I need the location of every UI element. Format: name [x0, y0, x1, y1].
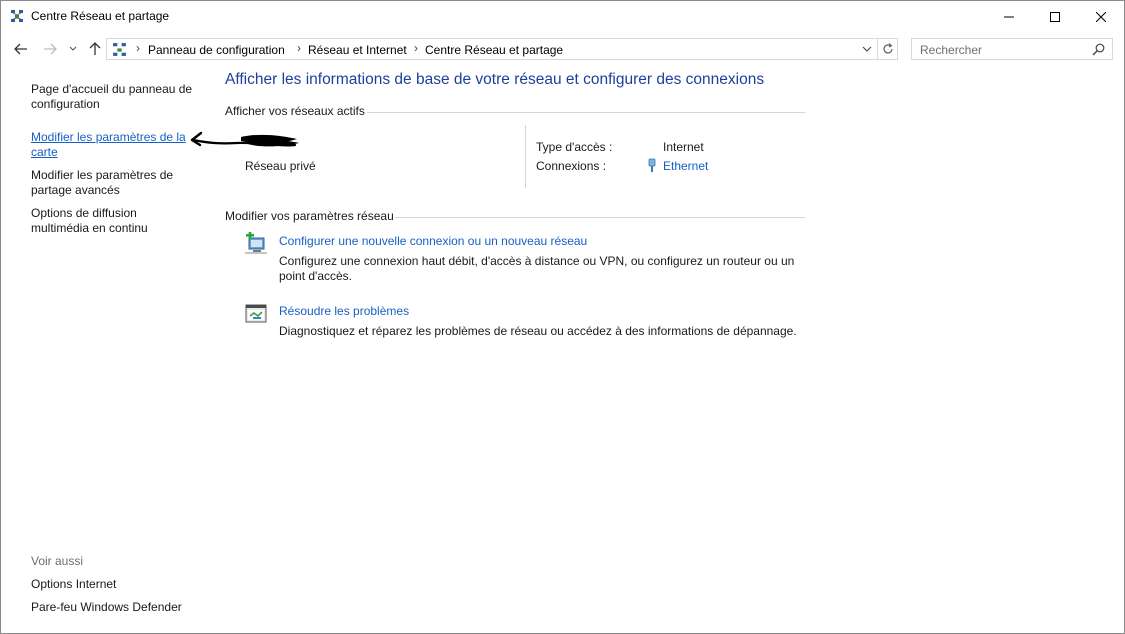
up-arrow-icon: [89, 42, 101, 55]
access-type-value: Internet: [663, 140, 704, 154]
network-center-icon: [10, 9, 24, 23]
sidebar-item-advanced-sharing[interactable]: Modifier les paramètres de partage avanc…: [31, 168, 191, 198]
network-settings-heading: Modifier vos paramètres réseau: [225, 209, 394, 223]
breadcrumb-item[interactable]: Panneau de configuration: [148, 43, 285, 57]
title-bar: Centre Réseau et partage: [1, 1, 1124, 32]
divider: [367, 112, 805, 113]
vertical-divider: [525, 125, 526, 188]
chevron-down-icon: [862, 46, 872, 52]
breadcrumb-item[interactable]: Centre Réseau et partage: [425, 43, 563, 57]
network-type: Réseau privé: [245, 159, 316, 173]
redacted-network-name: [243, 137, 301, 149]
minimize-button[interactable]: [986, 1, 1032, 32]
recent-locations-button[interactable]: [65, 39, 81, 59]
access-type-label: Type d'accès :: [536, 140, 613, 154]
navigation-bar: › Panneau de configuration › Réseau et I…: [1, 36, 1124, 62]
window: Centre Réseau et partage › Panneau de co…: [0, 0, 1125, 634]
search-input[interactable]: Rechercher: [911, 38, 1113, 60]
back-button[interactable]: [11, 39, 31, 59]
ethernet-connection-link[interactable]: Ethernet: [663, 159, 708, 173]
maximize-icon: [1050, 11, 1060, 22]
see-also-windows-defender-firewall[interactable]: Pare-feu Windows Defender: [31, 600, 182, 614]
troubleshoot-description: Diagnostiquez et réparez les problèmes d…: [279, 324, 797, 338]
window-title: Centre Réseau et partage: [31, 9, 170, 23]
minimize-icon: [1004, 16, 1014, 17]
breadcrumb-item[interactable]: Réseau et Internet: [308, 43, 407, 57]
new-connection-icon: [244, 231, 268, 256]
see-also-heading: Voir aussi: [31, 554, 84, 568]
page-title: Afficher les informations de base de vot…: [225, 71, 765, 88]
refresh-icon: [882, 43, 893, 54]
chevron-down-icon: [69, 46, 77, 51]
search-icon[interactable]: [1092, 43, 1106, 57]
close-button[interactable]: [1078, 1, 1124, 32]
divider: [395, 217, 805, 218]
sidebar-item-control-panel-home[interactable]: Page d'accueil du panneau de configurati…: [31, 82, 201, 112]
see-also-internet-options[interactable]: Options Internet: [31, 577, 116, 591]
troubleshoot-icon: [244, 302, 268, 326]
back-arrow-icon: [14, 43, 27, 55]
network-center-icon: [112, 42, 127, 57]
sidebar-item-adapter-settings[interactable]: Modifier les paramètres de la carte: [31, 130, 191, 160]
sidebar-item-media-streaming[interactable]: Options de diffusion multimédia en conti…: [31, 206, 191, 236]
new-connection-description: Configurez une connexion haut débit, d'a…: [279, 254, 795, 283]
new-connection-link[interactable]: Configurer une nouvelle connexion ou un …: [279, 234, 587, 248]
address-bar[interactable]: › Panneau de configuration › Réseau et I…: [106, 38, 878, 60]
close-icon: [1096, 11, 1106, 22]
maximize-button[interactable]: [1032, 1, 1078, 32]
active-networks-heading: Afficher vos réseaux actifs: [225, 104, 365, 118]
up-button[interactable]: [85, 39, 105, 59]
forward-button[interactable]: [40, 39, 60, 59]
breadcrumb-separator[interactable]: ›: [297, 41, 301, 55]
breadcrumb-separator[interactable]: ›: [136, 41, 140, 55]
connections-label: Connexions :: [536, 159, 607, 173]
address-dropdown[interactable]: [861, 43, 875, 57]
forward-arrow-icon: [44, 43, 57, 55]
breadcrumb-separator[interactable]: ›: [414, 41, 418, 55]
troubleshoot-link[interactable]: Résoudre les problèmes: [279, 304, 409, 318]
ethernet-icon: [647, 158, 657, 173]
search-placeholder: Rechercher: [920, 43, 983, 57]
refresh-button[interactable]: [878, 38, 898, 60]
